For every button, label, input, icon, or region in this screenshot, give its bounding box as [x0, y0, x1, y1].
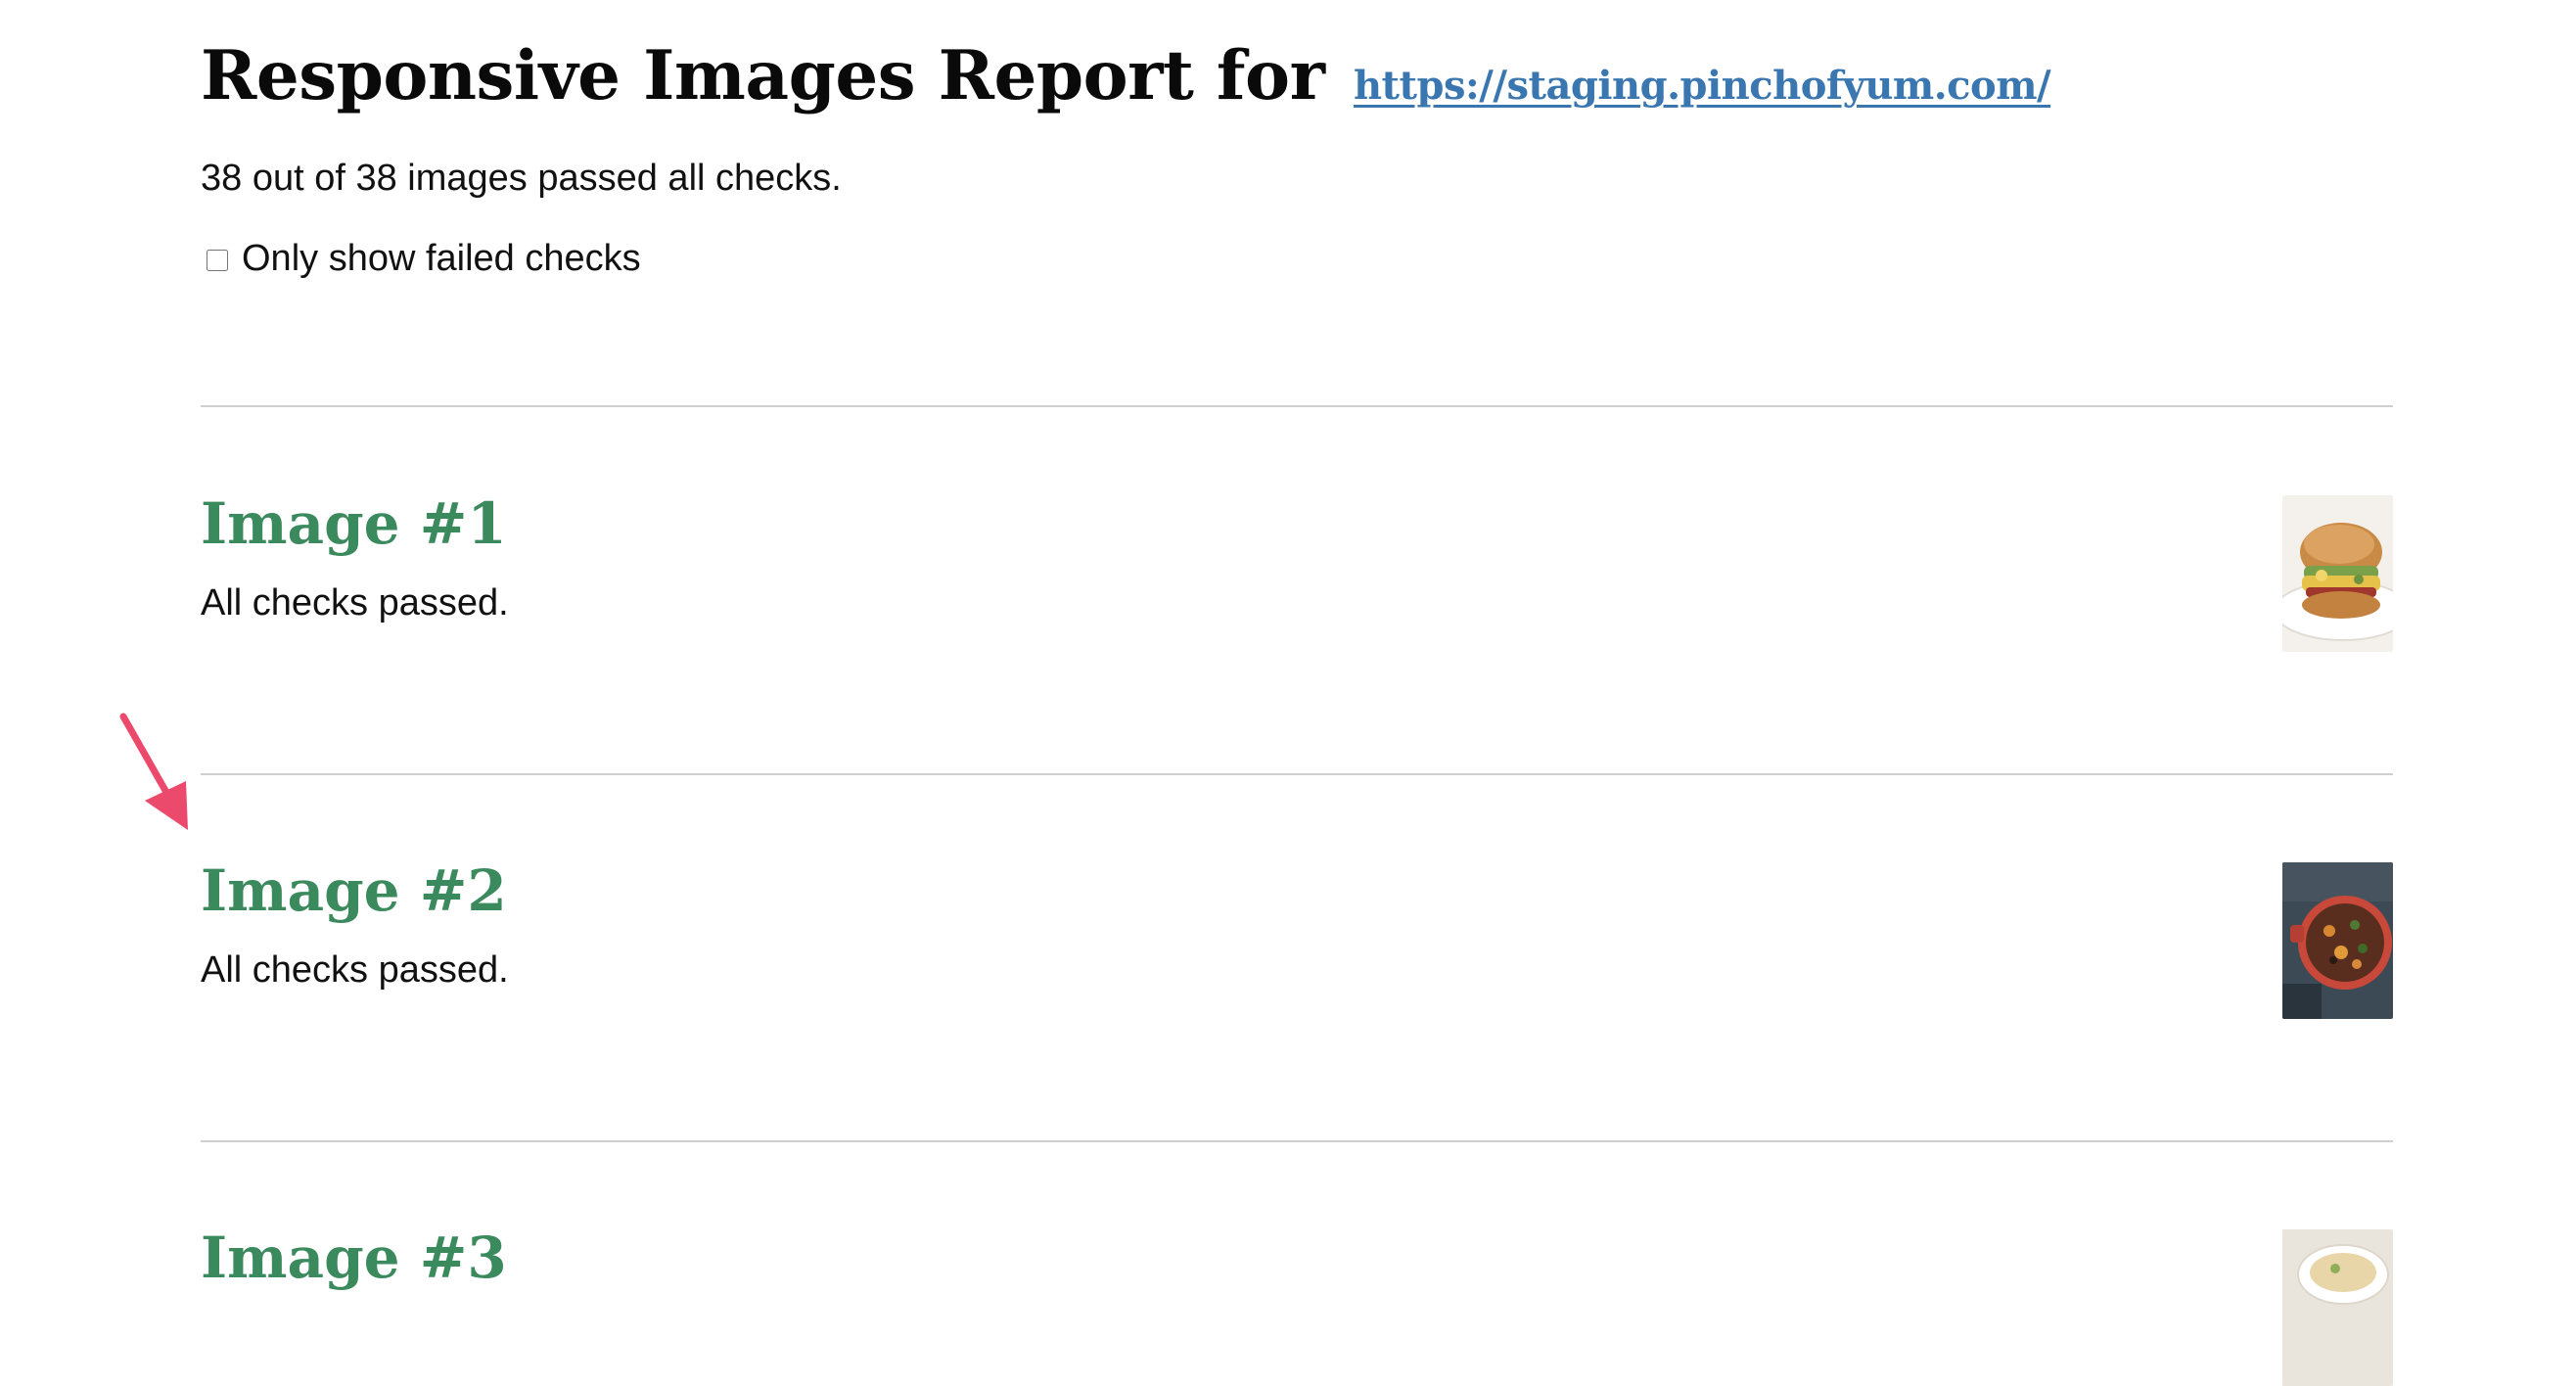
image-thumbnail — [2282, 1229, 2393, 1386]
image-title: Image #1 — [201, 490, 507, 557]
image-title: Image #2 — [201, 857, 507, 924]
image-title: Image #3 — [201, 1224, 507, 1291]
report-title: Responsive Images Report for https://sta… — [201, 0, 2393, 127]
failed-filter-label: Only show failed checks — [242, 238, 641, 279]
image-item-1: Image #1 All checks passed. — [201, 489, 2393, 652]
sandwich-photo — [2282, 495, 2393, 652]
divider — [201, 405, 2393, 407]
image-status: All checks passed. — [201, 949, 509, 991]
failed-filter[interactable]: Only show failed checks — [201, 235, 641, 282]
report-title-text: Responsive Images Report for — [201, 36, 1325, 116]
image-thumbnail — [2282, 495, 2393, 652]
image-thumbnail — [2282, 862, 2393, 1019]
image-status: All checks passed. — [201, 582, 509, 624]
bowl-photo — [2282, 1229, 2393, 1386]
image-item-3: Image #3 — [201, 1224, 2393, 1386]
failed-filter-checkbox[interactable] — [207, 250, 228, 271]
stew-pot-photo — [2282, 862, 2393, 1019]
annotation-arrow-icon — [119, 713, 188, 830]
divider — [201, 1140, 2393, 1142]
divider — [201, 773, 2393, 775]
summary-text: 38 out of 38 images passed all checks. — [201, 158, 842, 199]
report-page: Responsive Images Report for https://sta… — [201, 0, 2393, 1386]
image-item-2: Image #2 All checks passed. — [201, 856, 2393, 1019]
site-url-link[interactable]: https://staging.pinchofyum.com/ — [1354, 63, 2051, 109]
